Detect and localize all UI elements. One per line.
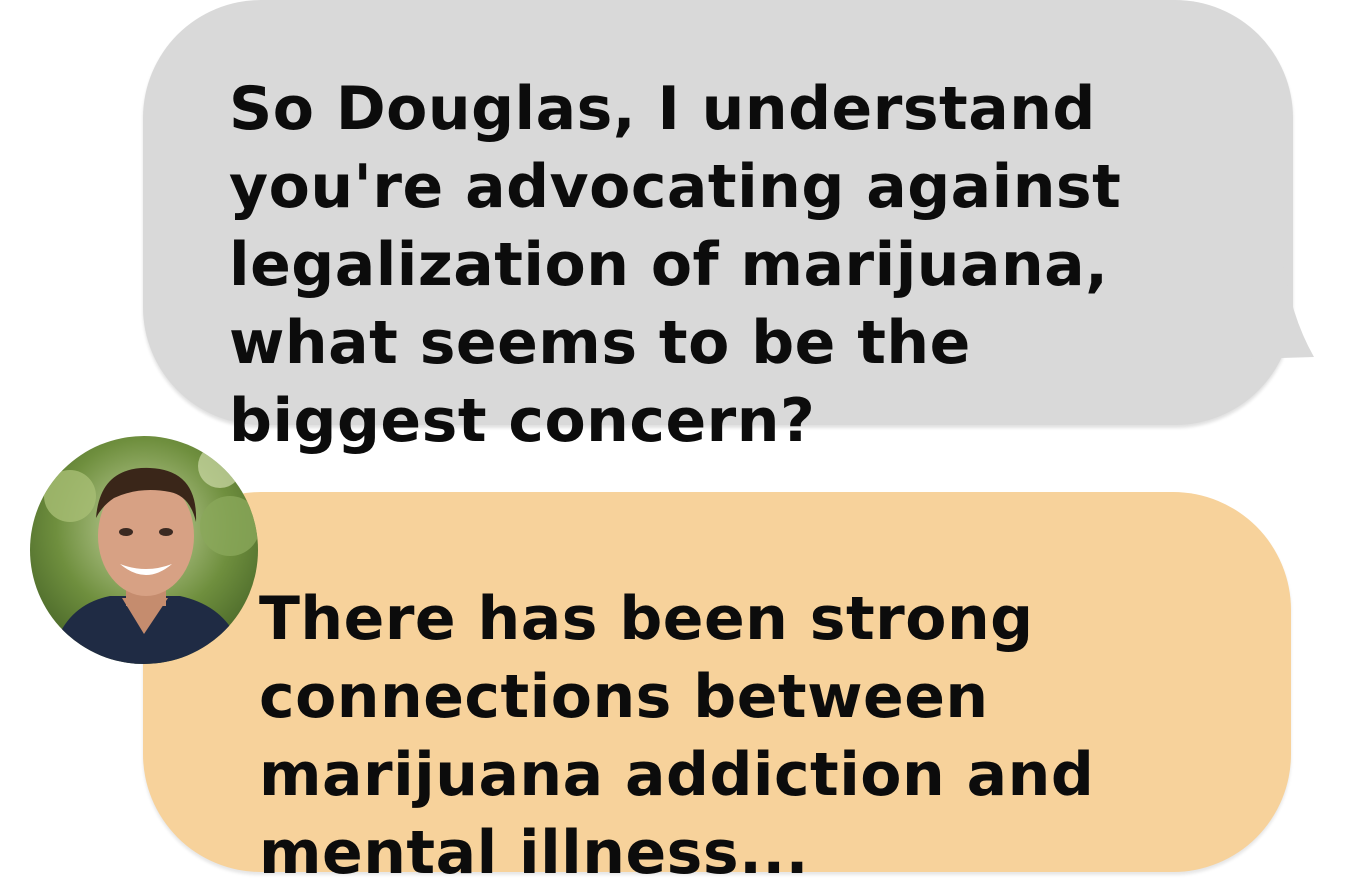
answer-text: There has been strong connections betwee…: [259, 584, 1095, 888]
question-text: So Douglas, I understand you're advocati…: [229, 74, 1122, 456]
answer-bubble: There has been strong connections betwee…: [143, 492, 1291, 888]
person-photo-avatar-icon: [30, 436, 258, 664]
question-bubble: So Douglas, I understand you're advocati…: [143, 0, 1293, 456]
bubble-tail-icon: [1230, 255, 1314, 359]
douglas-avatar: [30, 436, 258, 664]
